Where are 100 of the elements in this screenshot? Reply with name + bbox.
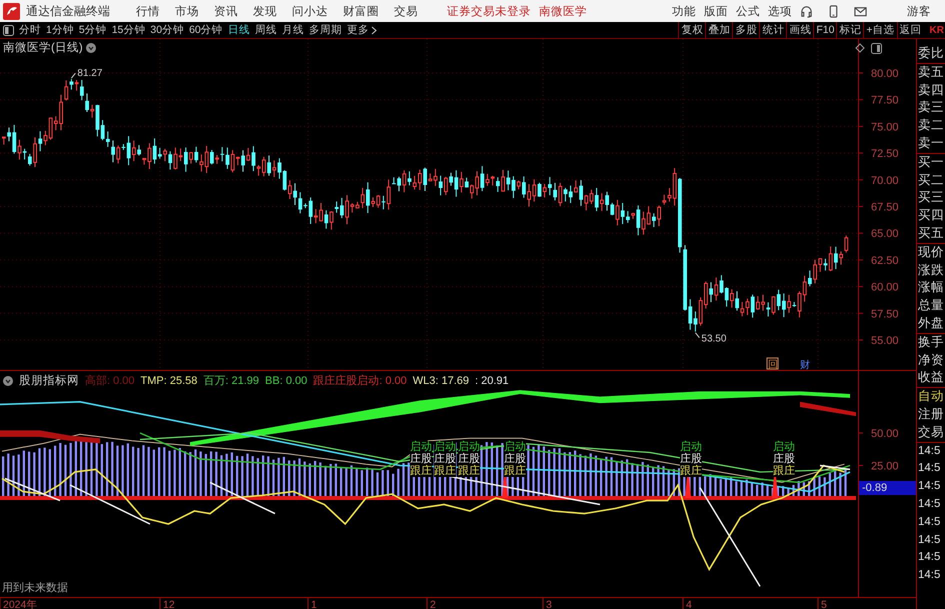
period-tab[interactable]: 周线 — [254, 23, 277, 37]
phone-icon[interactable] — [827, 4, 840, 18]
toolbar-button[interactable]: 画线 — [786, 22, 814, 38]
price-axis-label: 55.00 — [871, 335, 899, 347]
menu-item[interactable]: 资讯 — [214, 4, 238, 18]
toolbar-button[interactable]: 复权 — [678, 22, 706, 38]
menu-item[interactable]: 公式 — [736, 4, 760, 18]
trade-time: 14:5 — [917, 514, 942, 530]
signal-label: 启动 — [458, 441, 480, 453]
dropdown-icon[interactable] — [86, 42, 96, 52]
finance-marker[interactable]: 财 — [800, 360, 810, 370]
indicator-name[interactable]: 股朋指标网 — [19, 373, 79, 388]
time-axis-label: 2024年 — [3, 599, 38, 609]
period-tab[interactable]: 30分钟 — [150, 23, 184, 37]
login-status[interactable]: 证券交易未登录 — [447, 4, 531, 18]
legend-value: WL3: 17.69 — [412, 374, 470, 386]
indicator-axis-label: 25.00 — [871, 460, 899, 472]
period-tab[interactable]: 5分钟 — [78, 23, 107, 37]
toolbar-button[interactable]: 叠加 — [705, 22, 732, 38]
indicator-axis-label: 50.00 — [871, 428, 899, 440]
menu-item[interactable]: 交易 — [394, 4, 418, 18]
quote-field-label: 外盘 — [917, 314, 945, 332]
signal-label: 启动 — [680, 441, 702, 453]
menu-item[interactable]: 功能 — [672, 4, 696, 18]
quote-field-label: 现价 — [917, 244, 945, 261]
period-tab[interactable]: 60分钟 — [189, 23, 223, 37]
toolbar-button[interactable]: 统计 — [759, 22, 786, 38]
signal-label: 跟庄 — [680, 465, 702, 477]
signal-label: 庄股 — [410, 453, 432, 465]
time-axis-label: 2 — [430, 599, 436, 609]
price-axis-label: 60.00 — [871, 282, 899, 294]
signal-label: 跟庄 — [504, 465, 526, 477]
price-axis-label: 67.50 — [871, 202, 899, 214]
signal-label: 跟庄 — [458, 465, 480, 477]
data-note: 用到未来数据 — [2, 581, 68, 595]
panel-toggle-icon[interactable] — [3, 24, 14, 36]
menu-item[interactable]: 市场 — [175, 4, 199, 18]
price-axis-label: 65.00 — [871, 228, 899, 240]
period-tab[interactable]: 多周期 — [308, 23, 342, 37]
mail-icon[interactable] — [854, 4, 867, 18]
period-tab[interactable]: 更多 — [346, 23, 377, 37]
diamond-icon[interactable] — [855, 43, 865, 53]
legend-value: BB: 0.00 — [265, 374, 308, 386]
legend-value: 高部: 0.00 — [85, 374, 135, 388]
signal-label: 启动 — [410, 441, 432, 453]
quote-field-label: 卖一 — [917, 134, 945, 152]
price-axis-label: 72.50 — [871, 148, 899, 160]
menu-item[interactable]: 选项 — [768, 4, 792, 18]
headset-icon[interactable] — [800, 4, 813, 18]
panel-toggle-icon[interactable] — [871, 43, 882, 54]
menu-item[interactable]: 问小达 — [292, 4, 328, 18]
time-axis-label: 3 — [546, 599, 552, 609]
signal-label: 庄股 — [504, 453, 526, 465]
event-marker[interactable]: 回 — [766, 358, 778, 370]
toolbar-button[interactable]: +自选 — [863, 22, 897, 38]
period-tab[interactable]: 日线 — [228, 23, 250, 37]
trade-time: 14:5 — [917, 550, 942, 566]
quote-field-label: 净资 — [917, 352, 945, 369]
trade-time: 14:5 — [917, 444, 942, 459]
time-axis-label: 12 — [163, 599, 175, 609]
user-link[interactable]: 游客 — [907, 4, 931, 18]
time-axis-label: 1 — [311, 599, 317, 609]
period-tab[interactable]: 15分钟 — [112, 23, 146, 37]
quote-field-label: 注册 — [917, 406, 945, 423]
toolbar-button[interactable]: 标记 — [836, 22, 864, 38]
menu-item[interactable]: 发现 — [253, 4, 277, 18]
trade-time: 14:5 — [917, 479, 942, 494]
toolbar-button[interactable]: 返回 — [896, 22, 924, 38]
quote-field-label: 换手 — [917, 334, 945, 351]
time-axis-label: 4 — [686, 599, 692, 609]
price-axis-label: 70.00 — [871, 174, 899, 187]
legend-value: : 20.91 — [475, 374, 509, 386]
signal-label: 庄股 — [680, 453, 702, 465]
period-tab[interactable]: 月线 — [282, 23, 304, 37]
quote-field-label: 委比 — [917, 45, 945, 62]
menu-item[interactable]: 财富圈 — [343, 4, 379, 18]
menu-item[interactable]: 版面 — [704, 4, 728, 18]
trade-time: 14:5 — [917, 496, 942, 512]
toolbar-button[interactable]: F10 — [813, 22, 836, 38]
legend-value: 跟庄庄股启动: 0.00 — [313, 374, 407, 388]
toolbar-button[interactable]: 多股 — [732, 22, 760, 38]
chevron-right-icon — [370, 26, 377, 34]
time-axis-label: 5 — [821, 599, 827, 609]
menu-item[interactable]: 行情 — [136, 4, 160, 18]
signal-label: 跟庄 — [434, 465, 456, 477]
quote-field-label[interactable]: 自动 — [917, 388, 945, 406]
quote-field-label: 买四 — [917, 207, 945, 224]
quote-field-label: 涨跌 — [917, 262, 945, 279]
current-value-badge: -0.89 — [859, 481, 916, 495]
app-logo-icon — [3, 2, 20, 20]
dropdown-icon[interactable] — [3, 376, 13, 386]
period-tab[interactable]: 1分钟 — [46, 23, 74, 37]
signal-label: 跟庄 — [773, 465, 795, 477]
quote-field-label: 收益 — [917, 369, 945, 386]
signal-label: 庄股 — [773, 453, 795, 465]
quote-field-label: 涨幅 — [917, 279, 945, 296]
corner-label: KR — [930, 24, 944, 36]
quote-field-label: 交易 — [917, 424, 945, 441]
period-tab[interactable]: 分时 — [19, 23, 41, 37]
signal-label: 庄股 — [434, 453, 456, 465]
